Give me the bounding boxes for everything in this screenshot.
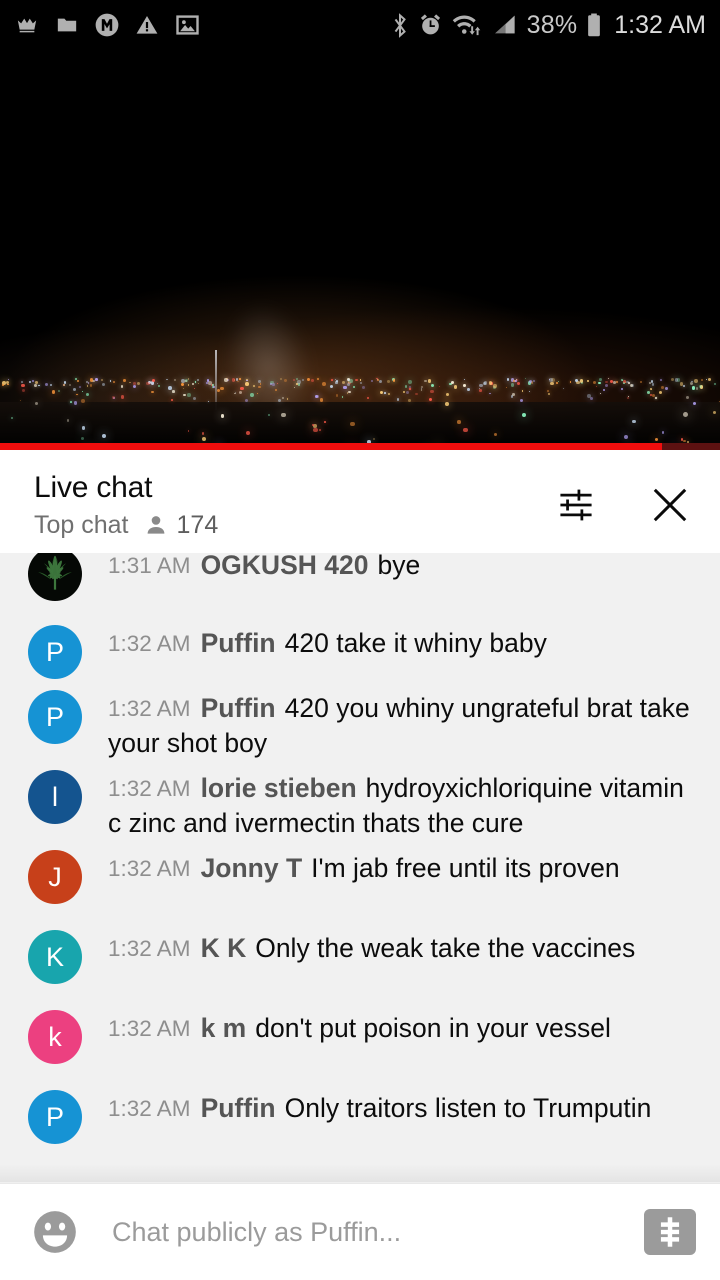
chat-message-row[interactable]: P 1:32 AM Puffin 420 you whiny ungrateful b… — [0, 688, 720, 761]
avatar[interactable]: P — [28, 690, 82, 744]
avatar-letter: K — [45, 941, 64, 972]
avatar[interactable]: l — [28, 770, 82, 824]
chat-message-author[interactable]: Puffin — [201, 628, 276, 658]
bluetooth-icon — [394, 12, 406, 38]
avatar-letter: l — [52, 781, 58, 812]
chat-message-author[interactable]: lorie stieben — [201, 773, 357, 803]
android-status-bar: 38% 1:32 AM — [0, 0, 720, 50]
chat-mode-label[interactable]: Top chat — [34, 511, 129, 540]
m-circle-icon — [95, 13, 119, 37]
chat-message-row[interactable]: J 1:32 AM Jonny T I'm jab free until its pr… — [0, 848, 720, 904]
avatar[interactable]: P — [28, 625, 82, 679]
chat-message-text: hydroyxichloriquine vitamin c zinc and i… — [108, 773, 684, 839]
chat-message-body: 1:32 AM Puffin Only traitors listen to Tru… — [108, 1088, 651, 1126]
live-chat-header-actions — [548, 477, 698, 533]
person-icon — [147, 516, 164, 534]
live-chat-header: Live chat Top chat 174 — [0, 457, 720, 553]
chat-message-author[interactable]: Puffin — [201, 693, 276, 723]
close-x-icon — [653, 488, 687, 522]
live-chat-header-titles: Live chat Top chat 174 — [34, 471, 218, 539]
avatar[interactable]: k — [28, 1010, 82, 1064]
chat-message-body: 1:32 AM Puffin 420 take it whiny baby — [108, 623, 547, 661]
chat-message-author[interactable]: OGKUSH 420 — [201, 553, 369, 580]
chat-message-body: 1:31 AM OGKUSH 420 bye — [108, 553, 420, 583]
chat-message-timestamp: 1:32 AM — [108, 776, 191, 801]
avatar-letter: P — [45, 636, 64, 667]
status-bar-notification-icons — [14, 12, 201, 38]
chat-message-row[interactable]: K 1:32 AM K K Only the weak take the vaccin… — [0, 928, 720, 984]
chat-message-text: bye — [377, 553, 421, 580]
status-bar-clock: 1:32 AM — [614, 10, 706, 39]
wifi-icon — [452, 15, 480, 36]
video-progress-track[interactable] — [0, 443, 720, 450]
chat-message-timestamp: 1:32 AM — [108, 1016, 191, 1041]
video-progress-fill — [0, 443, 663, 450]
chat-message-row[interactable]: P 1:32 AM Puffin Only traitors listen to Tr… — [0, 1088, 720, 1144]
chat-message-body: 1:32 AM Puffin 420 you whiny ungrateful br… — [108, 688, 702, 761]
avatar-letter: P — [45, 701, 64, 732]
dollar-sign-icon — [660, 1217, 680, 1247]
tune-sliders-icon — [560, 489, 592, 521]
chat-message-row[interactable]: P 1:32 AM Puffin 420 take it whiny baby — [0, 623, 720, 679]
live-chat-message-list[interactable]: 1:31 AM OGKUSH 420 bye P 1:32 AM Puffin 420 ta… — [0, 553, 720, 1182]
chat-input-bar — [0, 1184, 720, 1280]
chat-message-timestamp: 1:32 AM — [108, 856, 191, 881]
chat-message-text: Only traitors listen to Trumputin — [284, 1093, 652, 1123]
chat-message-timestamp: 1:32 AM — [108, 936, 191, 961]
video-player[interactable] — [0, 50, 720, 450]
chat-message-body: 1:32 AM k m don't put poison in your vesse… — [108, 1008, 611, 1046]
chat-message-row[interactable]: l 1:32 AM lorie stieben hydroyxichloriquine… — [0, 768, 720, 841]
cellular-signal-icon — [494, 15, 515, 34]
folder-icon — [57, 18, 77, 32]
avatar-letter: J — [48, 861, 62, 892]
cannabis-leaf-icon — [38, 555, 72, 590]
chat-message-timestamp: 1:32 AM — [108, 696, 191, 721]
chat-message-timestamp: 1:32 AM — [108, 1096, 191, 1121]
chat-message-author[interactable]: k m — [201, 1013, 247, 1043]
live-chat-subheader: Top chat 174 — [34, 510, 219, 540]
chat-message-author[interactable]: K K — [201, 933, 247, 963]
close-chat-button[interactable] — [642, 477, 698, 533]
emoji-smiley-icon — [34, 1211, 76, 1253]
warning-triangle-icon — [136, 16, 158, 34]
chat-message-row[interactable]: 1:31 AM OGKUSH 420 bye — [0, 553, 720, 601]
status-bar-system-icons: 38% 1:32 AM — [391, 11, 706, 40]
chat-message-text: I'm jab free until its proven — [311, 853, 620, 883]
avatar[interactable] — [28, 553, 82, 601]
viewer-count: 174 — [176, 510, 219, 539]
image-icon — [176, 15, 199, 35]
chat-message-body: 1:32 AM Jonny T I'm jab free until its pro… — [108, 848, 620, 886]
youtube-live-chat-screen: 38% 1:32 AM Live chat Top chat 174 1:31 … — [0, 0, 720, 1280]
chat-message-text: Only the weak take the vaccines — [255, 933, 636, 963]
chat-message-text: don't put poison in your vessel — [255, 1013, 611, 1043]
page-title: Live chat — [34, 471, 153, 504]
battery-icon — [588, 13, 601, 37]
battery-percent-label: 38% — [526, 10, 578, 39]
avatar[interactable]: P — [28, 1090, 82, 1144]
chat-message-text: 420 you whiny ungrateful brat take your … — [108, 693, 690, 759]
alarm-clock-icon — [420, 14, 440, 35]
chat-message-timestamp: 1:31 AM — [108, 553, 191, 578]
city-light-field — [0, 378, 720, 450]
emoji-picker-button[interactable] — [28, 1205, 82, 1259]
crown-icon — [17, 18, 37, 33]
chat-message-text: 420 take it whiny baby — [284, 628, 547, 658]
chat-message-author[interactable]: Jonny T — [201, 853, 303, 883]
super-chat-button[interactable] — [644, 1209, 696, 1255]
chat-settings-button[interactable] — [548, 477, 604, 533]
avatar[interactable]: J — [28, 850, 82, 904]
avatar-letter: P — [45, 1101, 64, 1132]
chat-message-body: 1:32 AM K K Only the weak take the vaccine… — [108, 928, 635, 966]
avatar[interactable]: K — [28, 930, 82, 984]
chat-message-timestamp: 1:32 AM — [108, 631, 191, 656]
chat-message-input[interactable] — [112, 1216, 630, 1248]
avatar-letter: k — [48, 1021, 62, 1052]
chat-message-row[interactable]: k 1:32 AM k m don't put poison in your vess… — [0, 1008, 720, 1064]
chat-message-author[interactable]: Puffin — [201, 1093, 276, 1123]
chat-message-body: 1:32 AM lorie stieben hydroyxichloriquine … — [108, 768, 702, 841]
